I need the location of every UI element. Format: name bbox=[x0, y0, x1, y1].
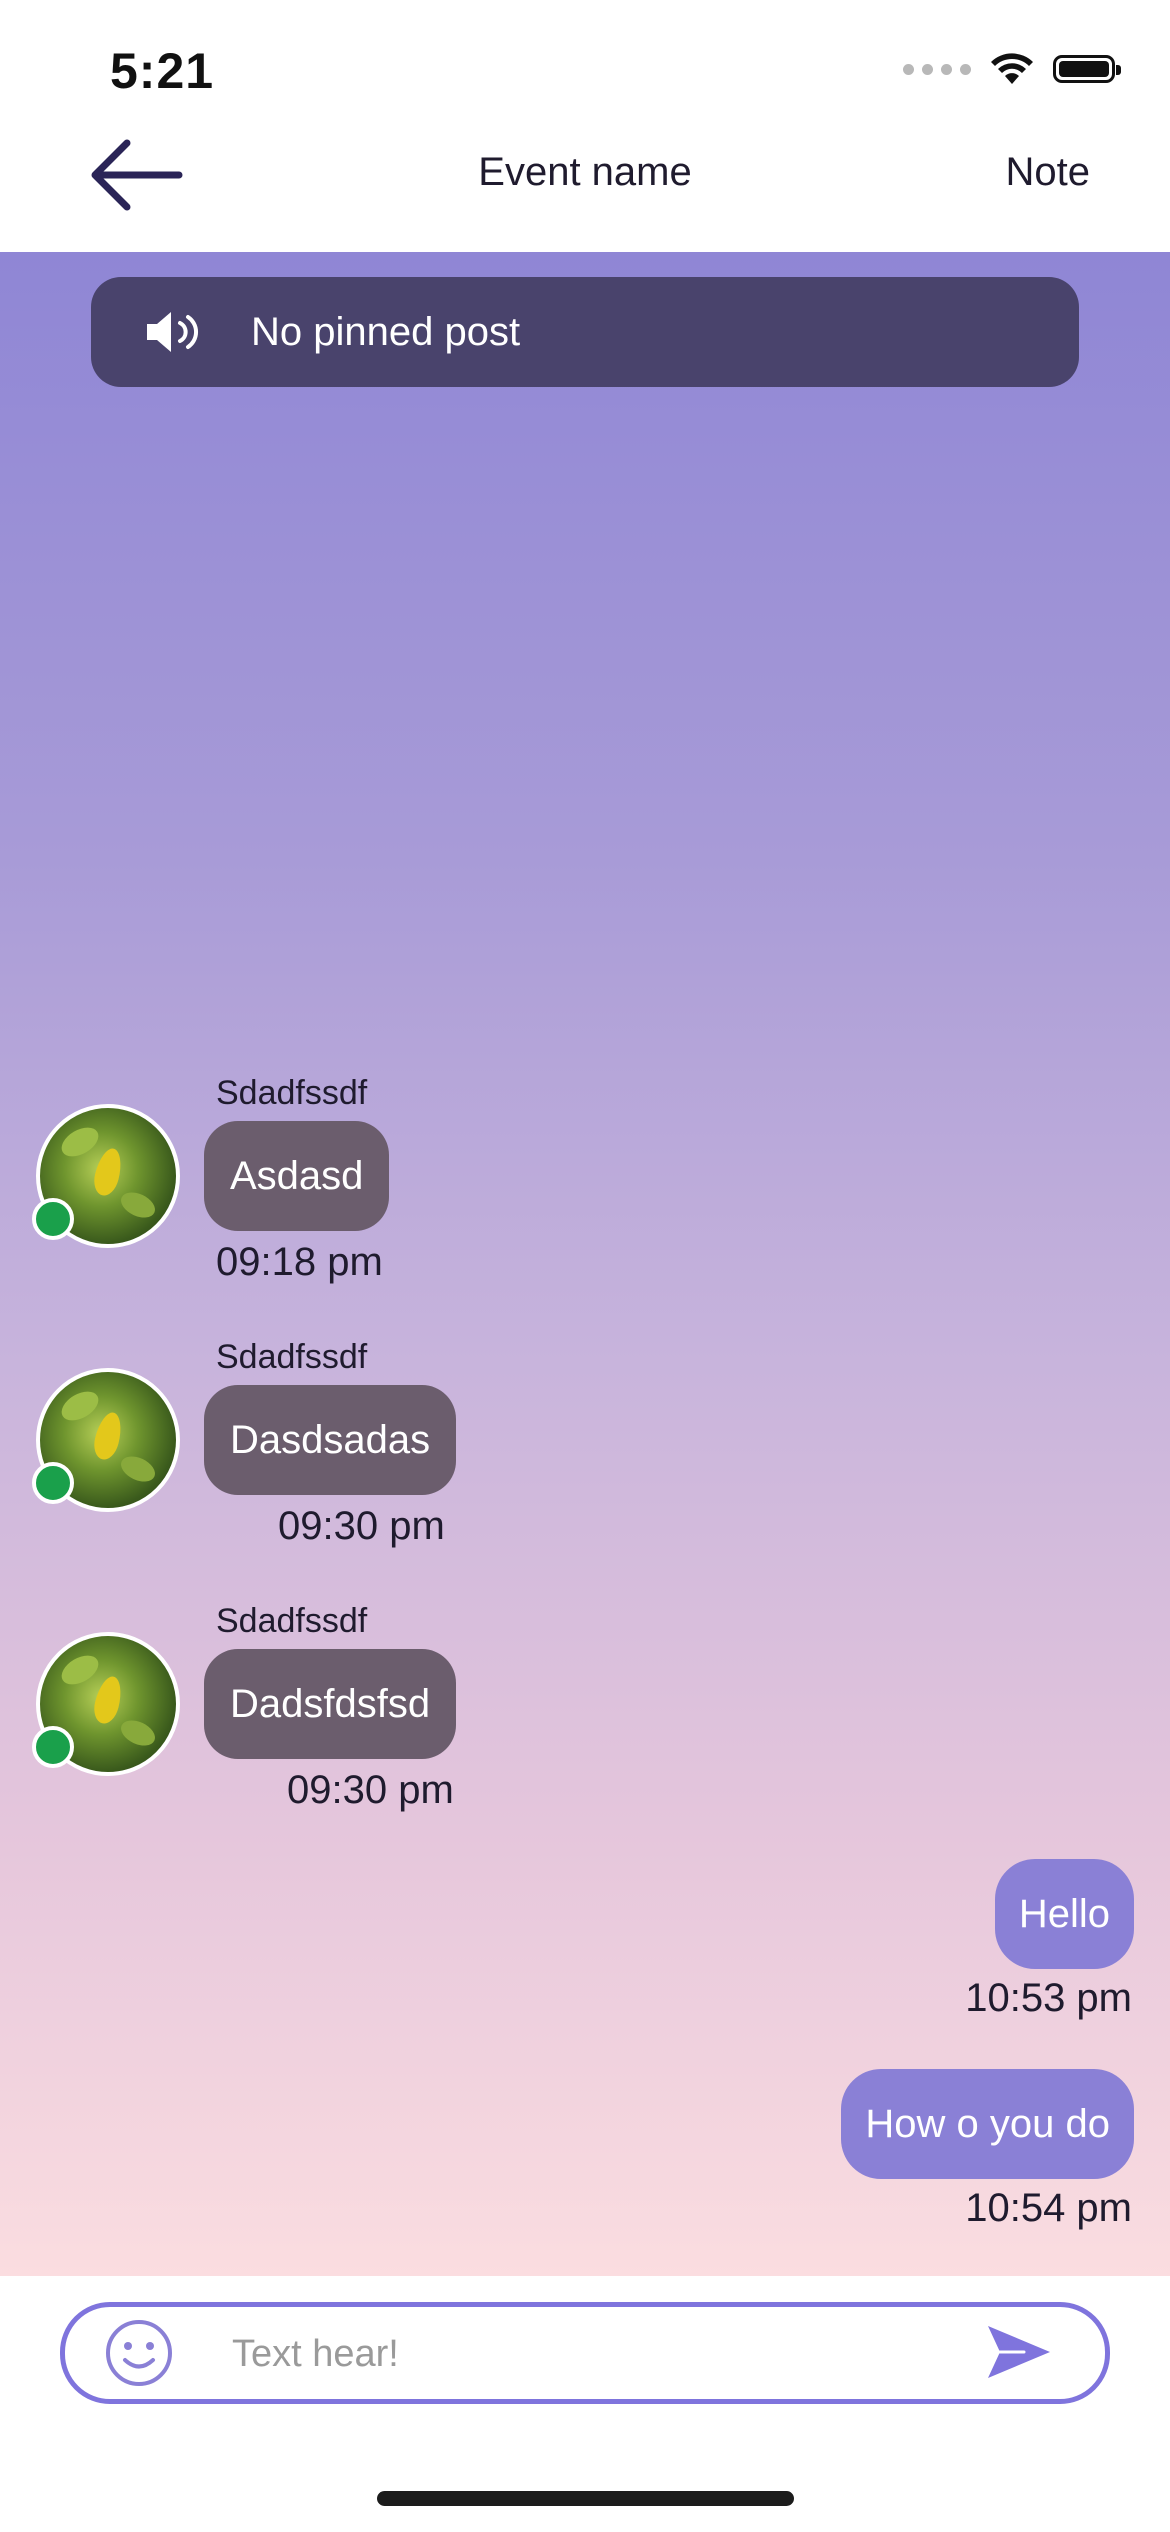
avatar[interactable] bbox=[32, 1632, 180, 1776]
home-indicator bbox=[377, 2491, 794, 2506]
message-bubble[interactable]: Dadsfdsfsd bbox=[204, 1649, 457, 1759]
wifi-icon bbox=[991, 53, 1033, 84]
message-time: 09:30 pm bbox=[287, 1768, 454, 1812]
message-time: 10:54 pm bbox=[965, 2186, 1132, 2230]
status-icons bbox=[903, 52, 1121, 86]
avatar[interactable] bbox=[32, 1104, 180, 1248]
sender-name: Sdadfssdf bbox=[216, 1338, 368, 1376]
status-time: 5:21 bbox=[110, 43, 215, 99]
sender-name: Sdadfssdf bbox=[216, 1074, 368, 1112]
battery-icon bbox=[1053, 55, 1121, 83]
note-button[interactable]: Note bbox=[1006, 150, 1091, 195]
online-status-dot bbox=[32, 1726, 74, 1768]
message-time: 10:53 pm bbox=[965, 1976, 1132, 2020]
chat-area[interactable] bbox=[0, 252, 1170, 2276]
sender-name: Sdadfssdf bbox=[216, 1602, 368, 1640]
status-bar: 5:21 bbox=[0, 0, 1170, 130]
pinned-post-text: No pinned post bbox=[251, 309, 521, 354]
message-time: 09:18 pm bbox=[216, 1240, 383, 1284]
pinned-post-bar[interactable]: No pinned post bbox=[91, 277, 1079, 387]
online-status-dot bbox=[32, 1462, 74, 1504]
speaker-icon bbox=[143, 307, 203, 357]
send-icon[interactable] bbox=[984, 2322, 1054, 2382]
smiley-icon[interactable] bbox=[104, 2318, 174, 2388]
message-time: 09:30 pm bbox=[278, 1504, 445, 1548]
message-bubble[interactable]: Dasdsadas bbox=[204, 1385, 457, 1495]
message-bubble-outgoing[interactable]: How o you do bbox=[841, 2069, 1134, 2179]
message-bubble-outgoing[interactable]: Hello bbox=[994, 1859, 1134, 1969]
message-bubble[interactable]: Asdasd bbox=[204, 1121, 390, 1231]
page-title: Event name bbox=[478, 150, 692, 194]
cellular-signal-icon bbox=[903, 63, 971, 75]
avatar[interactable] bbox=[32, 1368, 180, 1512]
online-status-dot bbox=[32, 1198, 74, 1240]
message-input[interactable] bbox=[230, 2320, 934, 2388]
